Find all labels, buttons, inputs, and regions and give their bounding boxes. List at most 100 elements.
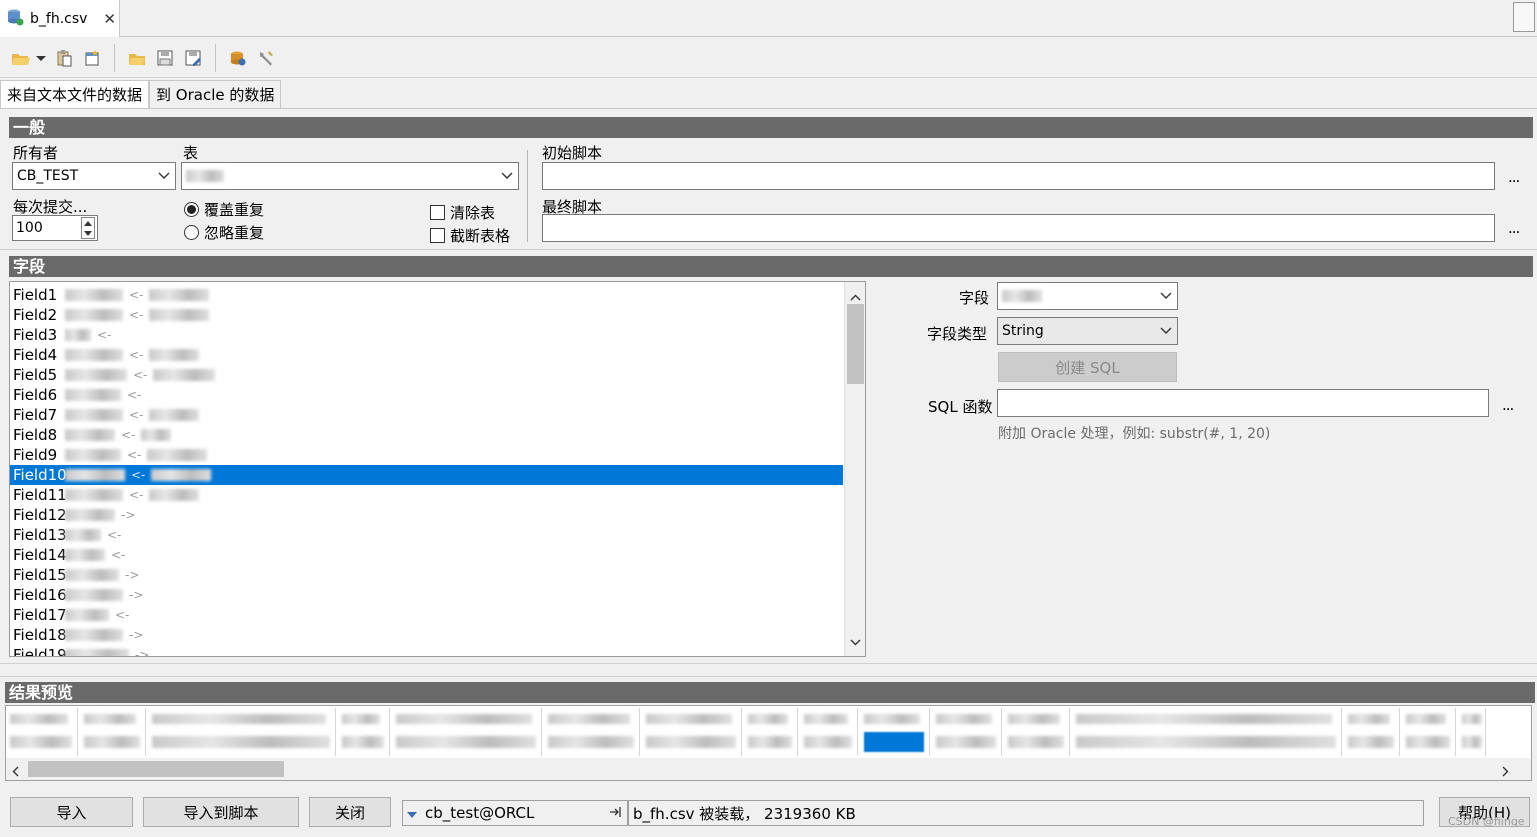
preview-column[interactable] <box>1074 708 1342 756</box>
scrollbar-thumb[interactable] <box>28 761 284 777</box>
pin-icon[interactable] <box>609 804 623 822</box>
result-preview-grid[interactable] <box>5 705 1532 781</box>
field-list-item[interactable]: Field10 <- <box>10 465 843 485</box>
tools-icon[interactable] <box>254 46 278 70</box>
tab-oracle-data[interactable]: 到 Oracle 的数据 <box>149 80 282 108</box>
scrollbar-thumb[interactable] <box>847 304 864 384</box>
field-list-item[interactable]: Field7 <- <box>10 405 843 425</box>
radio-unselected-icon[interactable] <box>184 225 199 240</box>
field-list-item[interactable]: Field8 <- <box>10 425 843 445</box>
field-list-item[interactable]: Field16 -> <box>10 585 843 605</box>
field-item-arrow: <- <box>127 448 142 462</box>
chevron-up-icon[interactable] <box>850 287 861 305</box>
field-list-item[interactable]: Field3 <- <box>10 325 843 345</box>
close-icon[interactable]: ✕ <box>103 10 116 28</box>
init-script-browse-button[interactable]: ... <box>1508 168 1520 186</box>
close-button[interactable]: 关闭 <box>309 797 391 827</box>
toolbar-separator <box>114 43 115 72</box>
chevron-down-icon <box>1155 327 1177 335</box>
table-select[interactable] <box>181 162 519 190</box>
field-list-scrollbar[interactable] <box>844 282 865 656</box>
chevron-right-icon[interactable] <box>1502 763 1509 780</box>
checkbox-clear-table[interactable]: 清除表 <box>430 202 495 223</box>
checkbox-icon[interactable] <box>430 205 445 220</box>
load-icon[interactable] <box>125 46 149 70</box>
field-list-item[interactable]: Field15 -> <box>10 565 843 585</box>
field-list-item[interactable]: Field9 <- <box>10 445 843 465</box>
stepper-arrows-icon[interactable] <box>81 217 95 239</box>
owner-select[interactable]: CB_TEST <box>12 162 176 190</box>
field-item-label: Field10 <box>13 466 67 484</box>
preview-column[interactable] <box>934 708 1002 756</box>
field-list-item[interactable]: Field14 <- <box>10 545 843 565</box>
preview-column[interactable] <box>150 708 336 756</box>
import-to-script-button[interactable]: 导入到脚本 <box>143 797 299 827</box>
field-list-item[interactable]: Field4 <- <box>10 345 843 365</box>
preview-column[interactable] <box>1460 708 1486 756</box>
open-folder-icon[interactable] <box>8 46 48 70</box>
window-restore-button[interactable] <box>1513 2 1535 32</box>
preview-column[interactable] <box>546 708 640 756</box>
final-script-browse-button[interactable]: ... <box>1508 219 1520 237</box>
document-tab[interactable]: b_fh.csv ✕ <box>0 0 120 37</box>
field-list-item[interactable]: Field5 <- <box>10 365 843 385</box>
new-icon[interactable] <box>80 46 104 70</box>
sql-function-input[interactable] <box>997 389 1489 417</box>
import-button[interactable]: 导入 <box>10 797 133 827</box>
redacted-text <box>10 736 72 748</box>
create-sql-button[interactable]: 创建 SQL <box>998 352 1177 382</box>
connection-value: cb_test@ORCL <box>425 804 535 822</box>
field-list-item[interactable]: Field6 <- <box>10 385 843 405</box>
preview-column[interactable] <box>1404 708 1456 756</box>
redacted-text <box>1406 714 1446 724</box>
preview-column[interactable] <box>644 708 742 756</box>
connection-selector[interactable]: cb_test@ORCL <box>402 800 628 826</box>
field-list-item[interactable]: Field1 <- <box>10 285 843 305</box>
save-icon[interactable] <box>153 46 177 70</box>
triangle-down-icon[interactable] <box>407 804 417 822</box>
preview-column[interactable] <box>82 708 146 756</box>
init-script-label: 初始脚本 <box>542 144 603 162</box>
preview-column[interactable] <box>394 708 542 756</box>
field-list-item[interactable]: Field11 <- <box>10 485 843 505</box>
field-list-item[interactable]: Field13 <- <box>10 525 843 545</box>
field-list-item[interactable]: Field17 <- <box>10 605 843 625</box>
document-tab-strip: b_fh.csv ✕ <box>0 0 1537 37</box>
field-list[interactable]: Field1 <- Field2 <- Field3 <- Field4 <- Field5 <-… <box>9 281 866 657</box>
field-item-label: Field4 <box>13 346 58 364</box>
commit-stepper[interactable]: 100 <box>12 215 98 241</box>
preview-column[interactable] <box>862 708 930 756</box>
checkbox-truncate-table[interactable]: 截断表格 <box>430 225 510 246</box>
field-list-item[interactable]: Field12 -> <box>10 505 843 525</box>
field-list-item[interactable]: Field18 -> <box>10 625 843 645</box>
preview-column[interactable] <box>8 708 78 756</box>
document-tab-title: b_fh.csv <box>30 10 88 27</box>
preview-column[interactable] <box>340 708 390 756</box>
save-as-icon[interactable] <box>181 46 205 70</box>
redacted-text <box>396 714 532 724</box>
preview-column[interactable] <box>1006 708 1070 756</box>
field-type-select[interactable]: String <box>997 317 1178 345</box>
field-list-item[interactable]: Field19 -> <box>10 645 843 656</box>
chevron-down-icon[interactable] <box>850 632 861 650</box>
preview-column[interactable] <box>802 708 858 756</box>
paste-icon[interactable] <box>52 46 76 70</box>
preview-column[interactable] <box>746 708 798 756</box>
final-script-input[interactable] <box>542 214 1495 242</box>
preview-hscrollbar[interactable] <box>6 758 1531 780</box>
field-item-label: Field18 <box>13 626 67 644</box>
field-list-item[interactable]: Field2 <- <box>10 305 843 325</box>
init-script-input[interactable] <box>542 162 1495 190</box>
sql-function-browse-button[interactable]: ... <box>1502 396 1514 414</box>
radio-overwrite[interactable]: 覆盖重复 <box>184 199 264 220</box>
field-select[interactable] <box>997 282 1178 310</box>
tab-source-data[interactable]: 来自文本文件的数据 <box>0 80 150 108</box>
checkbox-icon[interactable] <box>430 228 445 243</box>
radio-ignore[interactable]: 忽略重复 <box>184 222 264 243</box>
radio-selected-icon[interactable] <box>184 202 199 217</box>
preview-column[interactable] <box>1346 708 1400 756</box>
redacted-text <box>864 714 920 724</box>
chevron-left-icon[interactable] <box>12 763 19 780</box>
oracle-icon[interactable] <box>226 46 250 70</box>
general-section-header: 一般 <box>9 117 1533 138</box>
